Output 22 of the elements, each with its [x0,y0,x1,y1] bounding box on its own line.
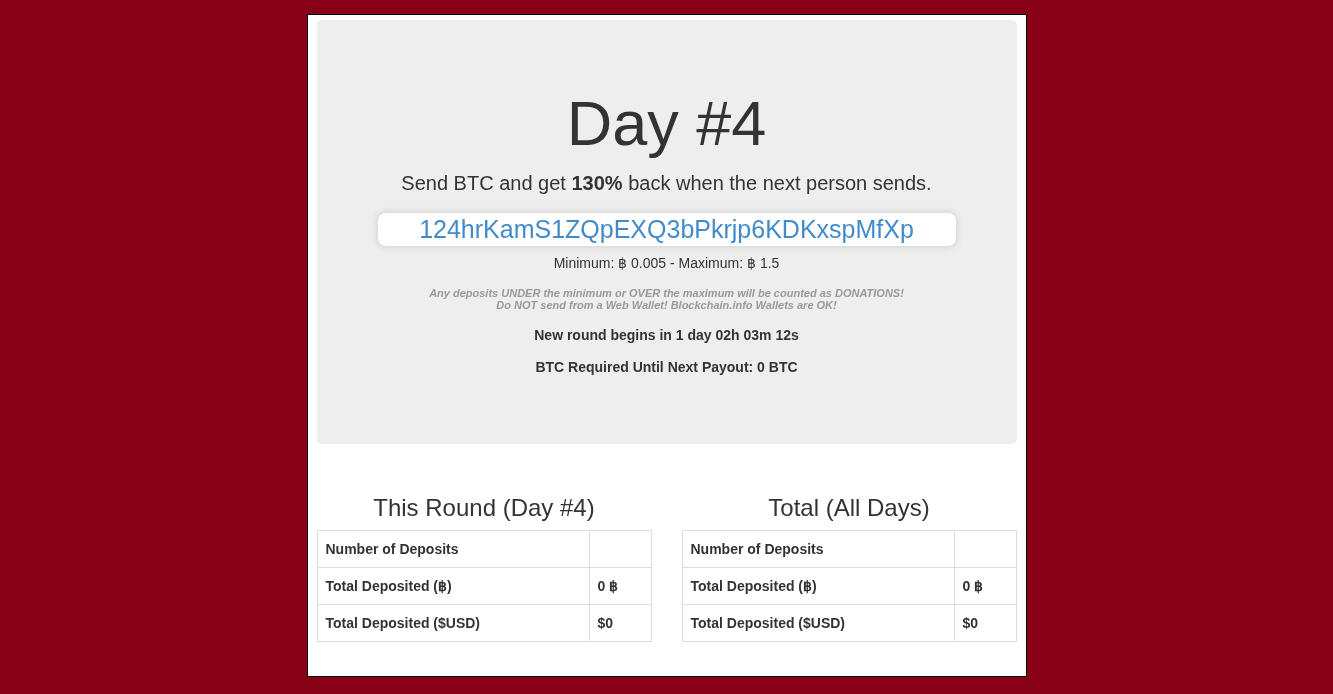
table-cell [954,530,1016,568]
required-text: BTC Required Until Next Payout: 0 BTC [534,359,799,375]
table-cell: $0 [954,604,1016,642]
table-cell: Total Deposited (฿) [682,567,954,605]
table-cell: Total Deposited ($USD) [682,604,954,642]
warning-text: Any deposits UNDER the minimum or OVER the maximum will be counted as DONATIONS! [428,287,905,299]
table-cell: $0 [589,604,651,642]
day-title: Day #4 [565,88,768,158]
bitcoin-address[interactable]: 124hrKamS1ZQpEXQ3bPkrjp6KDKxspMfXp [377,213,956,246]
countdown-text: New round begins in 1 day 02h 03m 12s [533,327,800,343]
table-cell: Number of Deposits [682,530,954,568]
warning-text: Do NOT send from a Web Wallet! Blockchain.info Wallets are OK! [495,299,838,311]
table-cell: Number of Deposits [317,530,589,568]
table-heading: This Round (Day #4) [372,494,596,522]
table-cell: Total Deposited (฿) [317,567,589,605]
table-cell: Total Deposited ($USD) [317,604,589,642]
deposit-limits: Minimum: ฿ 0.005 - Maximum: ฿ 1.5 [552,255,781,271]
tagline: Send BTC and get 130% back when the next person sends. [400,172,933,195]
table-cell: 0 ฿ [589,567,651,605]
table-cell [589,530,651,568]
table-cell: 0 ฿ [954,567,1016,605]
table-heading: Total (All Days) [767,494,931,522]
